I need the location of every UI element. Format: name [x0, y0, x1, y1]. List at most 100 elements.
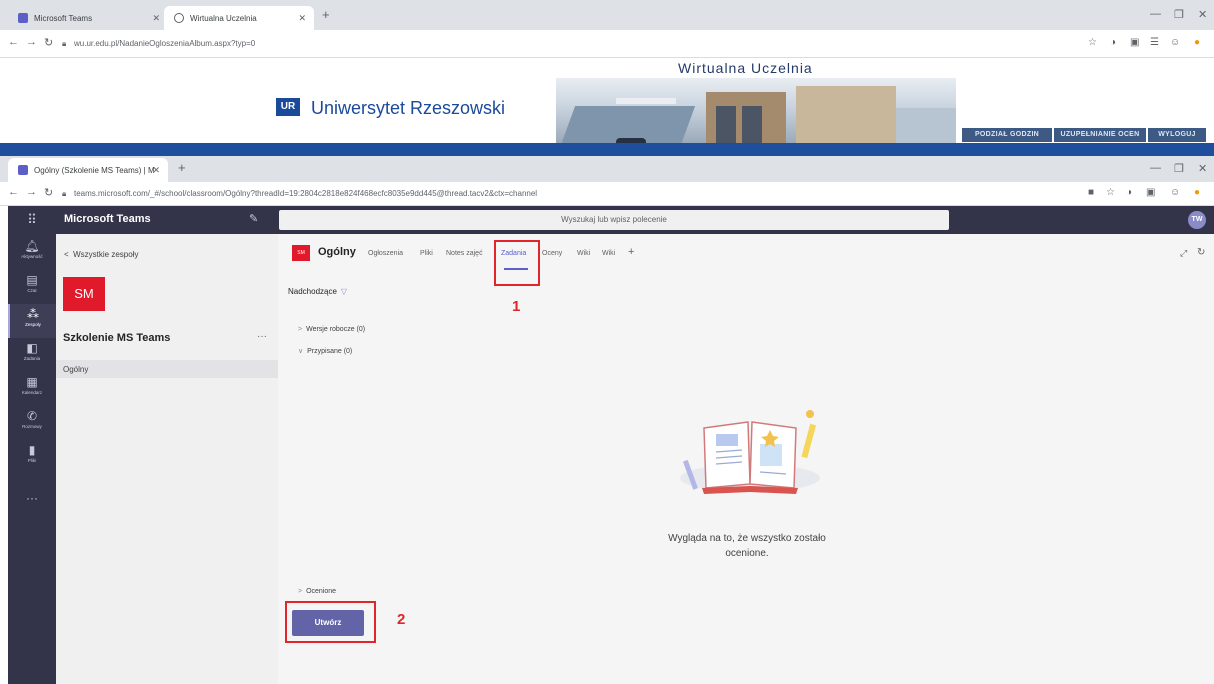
filter-icon: ▽: [340, 287, 348, 296]
back-label: Wszystkie zespoły: [73, 250, 139, 259]
more-icon: ···: [26, 491, 38, 505]
update-icon[interactable]: ●: [1194, 187, 1200, 198]
rail-item-files[interactable]: ▮ Pliki: [8, 440, 56, 474]
schedule-button[interactable]: PODZIAŁ GODZIN: [962, 128, 1052, 142]
chevron-down-icon: ∨: [298, 348, 304, 355]
channel-item-general[interactable]: [56, 360, 278, 378]
empty-state-line2: ocenione.: [725, 548, 769, 559]
empty-state-message: Wygląda na to, że wszystko zostało oceni…: [640, 531, 854, 561]
extension-icon[interactable]: ▣: [1146, 187, 1155, 198]
back-to-teams-link[interactable]: < Wszystkie zespoły: [64, 250, 138, 259]
channel-label: Ogólny: [63, 365, 89, 374]
university-name: Uniwersytet Rzeszowski: [311, 98, 506, 118]
logout-button[interactable]: WYLOGUJ: [1148, 128, 1206, 142]
back-arrow-icon[interactable]: ←: [8, 186, 19, 198]
rail-item-chat[interactable]: ▤ Czat: [8, 270, 56, 304]
more-options-icon[interactable]: ···: [257, 331, 267, 342]
search-input[interactable]: Wyszukaj lub wpisz polecenie: [279, 210, 949, 230]
group-assigned[interactable]: ∨ Przypisane (0): [298, 347, 352, 355]
reading-list-icon[interactable]: ☰: [1150, 37, 1159, 48]
window-close-icon[interactable]: ✕: [1198, 8, 1207, 21]
assignments-icon: ◧: [26, 341, 38, 355]
forward-arrow-icon[interactable]: →: [26, 36, 37, 48]
app-launcher-icon[interactable]: ⠿: [8, 206, 56, 234]
empty-state-illustration: [680, 410, 820, 494]
channel-tabbar: [278, 234, 1214, 278]
phone-icon: ✆: [26, 409, 38, 423]
browser1-tabstrip: Microsoft Teams ✕ Wirtualna Uczelnia ✕ +…: [0, 0, 1214, 30]
tab-files[interactable]: Pliki: [420, 250, 433, 257]
lock-icon: 🔒︎: [62, 39, 67, 48]
browser1-tab-wu[interactable]: Wirtualna Uczelnia ✕: [164, 6, 314, 30]
browser1-tab-teams[interactable]: Microsoft Teams ✕: [8, 6, 168, 30]
restore-icon[interactable]: ❐: [1174, 8, 1184, 21]
extension-icon[interactable]: ◑: [1110, 37, 1116, 48]
university-bar: [0, 143, 1214, 156]
extension-icon[interactable]: ◑: [1126, 187, 1132, 198]
new-tab-icon[interactable]: +: [322, 7, 330, 22]
group-label: Ocenione: [306, 588, 337, 595]
lock-icon: 🔒︎: [62, 189, 67, 198]
camera-icon[interactable]: ■: [1088, 187, 1094, 198]
new-tab-icon[interactable]: +: [178, 160, 186, 175]
globe-icon: [174, 13, 184, 23]
minimize-icon[interactable]: —: [1150, 162, 1161, 174]
reload-icon[interactable]: ↻: [44, 36, 53, 49]
portal-title: Wirtualna Uczelnia: [678, 60, 813, 76]
tab-posts[interactable]: Ogłoszenia: [368, 250, 403, 257]
rail-item-teams[interactable]: ⁂ Zespoły: [8, 304, 56, 338]
annotation-label-2: 2: [397, 611, 406, 628]
window-close-icon[interactable]: ✕: [1198, 162, 1207, 175]
add-tab-icon[interactable]: +: [628, 246, 634, 258]
annotation-box-2: [285, 601, 376, 643]
tab-grades[interactable]: Oceny: [542, 250, 562, 257]
address-bar[interactable]: teams.microsoft.com/_#/school/classroom/…: [74, 189, 537, 198]
tab-wiki-2[interactable]: Wiki: [602, 250, 615, 257]
restore-icon[interactable]: ❐: [1174, 162, 1184, 175]
reload-icon[interactable]: ↻: [44, 186, 53, 199]
teams-icon: ⁂: [27, 307, 39, 321]
profile-icon[interactable]: ☺: [1170, 187, 1180, 198]
assignments-filter[interactable]: Nadchodzące ▽: [288, 287, 347, 296]
extension-icon[interactable]: ▣: [1130, 37, 1139, 48]
update-icon[interactable]: ●: [1194, 37, 1200, 48]
chat-icon: ▤: [26, 273, 38, 287]
tab-label: Wirtualna Uczelnia: [190, 13, 257, 23]
rail-item-assignments[interactable]: ◧ Zadania: [8, 338, 56, 372]
annotation-label-1: 1: [512, 298, 521, 315]
back-arrow-icon[interactable]: ←: [8, 36, 19, 48]
star-icon[interactable]: ☆: [1106, 187, 1115, 198]
minimize-icon[interactable]: —: [1150, 8, 1161, 20]
browser2-tab-teams[interactable]: Ogólny (Szkolenie MS Teams) | M ✕: [8, 158, 168, 182]
star-icon[interactable]: ☆: [1088, 37, 1097, 48]
rail-item-calendar[interactable]: ▦ Kalendarz: [8, 372, 56, 406]
tab-label: Ogólny (Szkolenie MS Teams) | M: [34, 165, 155, 175]
group-graded[interactable]: > Ocenione: [298, 588, 336, 595]
rail-item-calls[interactable]: ✆ Rozmowy: [8, 406, 56, 440]
forward-arrow-icon[interactable]: →: [26, 186, 37, 198]
profile-icon[interactable]: ☺: [1170, 37, 1180, 48]
campus-photo: [556, 78, 956, 152]
refresh-icon[interactable]: ↻: [1197, 247, 1205, 258]
new-chat-icon[interactable]: ✎: [249, 212, 258, 225]
group-drafts[interactable]: > Wersje robocze (0): [298, 326, 365, 333]
close-icon[interactable]: ✕: [152, 13, 160, 24]
group-label: Wersje robocze (0): [306, 326, 366, 333]
university-logo: UR: [276, 98, 300, 116]
rail-more-apps[interactable]: ···: [8, 488, 56, 522]
grades-button[interactable]: UZUPEŁNIANIE OCEN: [1054, 128, 1146, 142]
close-icon[interactable]: ✕: [298, 13, 306, 24]
teams-favicon-icon: [18, 13, 28, 23]
close-icon[interactable]: ✕: [152, 165, 160, 176]
browser2-toolbar: ← → ↻ 🔒︎ teams.microsoft.com/_#/school/c…: [0, 182, 1214, 206]
rail-item-activity[interactable]: 🔔︎ Aktywność: [8, 236, 56, 270]
avatar[interactable]: TW: [1188, 211, 1206, 229]
team-name: Szkolenie MS Teams: [63, 332, 171, 344]
empty-state-line1: Wygląda na to, że wszystko zostało: [668, 533, 826, 544]
channel-name: Ogólny: [318, 246, 356, 258]
tab-wiki-1[interactable]: Wiki: [577, 250, 590, 257]
address-bar[interactable]: wu.ur.edu.pl/NadanieOgloszeniaAlbum.aspx…: [74, 39, 255, 48]
tab-class-notebook[interactable]: Notes zajęć: [446, 250, 483, 257]
browser1-toolbar: ← → ↻ 🔒︎ wu.ur.edu.pl/NadanieOgloszeniaA…: [0, 30, 1214, 58]
expand-icon[interactable]: ⤢: [1180, 248, 1187, 259]
